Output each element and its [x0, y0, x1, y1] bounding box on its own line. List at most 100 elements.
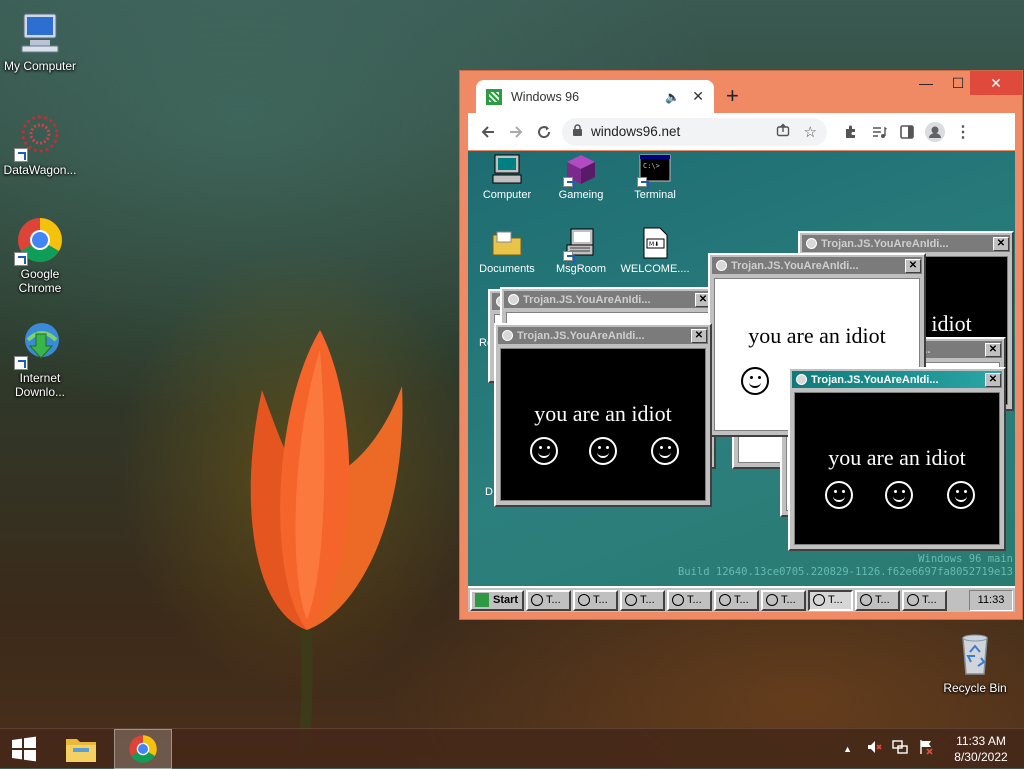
dialog-close-icon[interactable]: ✕: [691, 328, 707, 343]
w96-icon-terminal[interactable]: C:\> Terminal: [616, 153, 694, 201]
action-center-flag-icon[interactable]: [918, 739, 934, 760]
w96-task-button[interactable]: T...: [526, 589, 571, 611]
chrome-icon: [129, 735, 157, 763]
smiley-icon: [947, 481, 975, 509]
idiot-dialog-active[interactable]: Trojan.JS.YouAreAnIdi... ✕ you are an idi…: [788, 367, 1006, 551]
taskbar-google-chrome[interactable]: [114, 729, 172, 769]
smiley-icon: [531, 594, 543, 606]
dialog-close-icon[interactable]: ✕: [985, 342, 1001, 357]
desktop-icon-google-chrome[interactable]: Google Chrome: [0, 216, 80, 295]
dialog-close-icon[interactable]: ✕: [905, 258, 921, 273]
w96-icon-label: Gameing: [558, 189, 604, 201]
svg-text:M⬇: M⬇: [649, 241, 659, 248]
media-icon[interactable]: [865, 118, 893, 146]
taskbar-file-explorer[interactable]: [56, 729, 106, 769]
w96-icon-label: MsgRoom: [555, 263, 607, 275]
w96-task-button[interactable]: T...: [620, 589, 665, 611]
build-line-1: Windows 96 main: [918, 553, 1013, 565]
w96-task-button[interactable]: T...: [761, 589, 806, 611]
w96-task-button[interactable]: T...: [855, 589, 900, 611]
w96-icon-gameing[interactable]: Gameing: [542, 153, 620, 201]
w96-icon-label: Computer: [482, 189, 532, 201]
smiley-icon: [741, 367, 769, 395]
recycle-bin-icon: [951, 630, 999, 678]
clock-time: 11:33 AM: [956, 734, 1006, 748]
start-button[interactable]: [0, 729, 48, 769]
idiot-dialog-left[interactable]: Trojan.JS.YouAreAnIdi... ✕ you are an idi…: [494, 323, 712, 507]
address-bar[interactable]: windows96.net ☆: [562, 117, 827, 146]
close-button[interactable]: ✕: [970, 71, 1022, 95]
w96-start-button[interactable]: Start: [470, 589, 524, 611]
w96-icon-partial-label: D: [485, 486, 493, 498]
smiley-icon: [860, 594, 872, 606]
dialog-close-icon[interactable]: ✕: [993, 236, 1009, 251]
taskbar: ▲ 11:33 AM 8/30/2022: [0, 728, 1024, 769]
smiley-icon: [716, 260, 727, 271]
side-panel-icon[interactable]: [893, 118, 921, 146]
svg-text:C:\>: C:\>: [643, 162, 660, 170]
desktop-icon-datawagon[interactable]: DataWagon...: [0, 112, 80, 177]
smiley-icon: [813, 594, 825, 606]
w96-task-button[interactable]: T...: [667, 589, 712, 611]
w96-task-button-active[interactable]: T...: [808, 589, 853, 611]
idiot-message: you are an idiot: [748, 323, 886, 348]
smiley-icon: [508, 294, 519, 305]
wallpaper-tulip: [250, 330, 403, 750]
idiot-message: you are an idiot: [828, 445, 966, 470]
clock-date: 8/30/2022: [954, 750, 1008, 764]
terminal-icon: C:\>: [637, 153, 671, 187]
w96-icon-msgroom[interactable]: MsgRoom: [542, 227, 620, 275]
desktop-icon-label: Internet Downlo...: [14, 371, 66, 399]
shortcut-arrow-icon: [637, 177, 647, 187]
smiley-icon: [589, 437, 617, 465]
clock[interactable]: 11:33 AM 8/30/2022: [946, 733, 1016, 765]
back-icon[interactable]: [474, 118, 502, 146]
dialog-close-icon[interactable]: ✕: [985, 372, 1001, 387]
tab-close-icon[interactable]: ✕: [692, 88, 704, 105]
build-line-2: Build 12640.13ce0705.220829-1126.f62e669…: [677, 566, 1013, 578]
w96-clock: 11:33: [969, 589, 1013, 611]
w96-task-button[interactable]: T...: [573, 589, 618, 611]
datawagon-icon: [14, 112, 64, 162]
desktop-icon-recycle-bin[interactable]: Recycle Bin: [935, 630, 1015, 695]
windows-logo-icon: [12, 736, 36, 762]
markdown-file-icon: M⬇: [639, 227, 671, 259]
network-icon[interactable]: [892, 739, 908, 760]
shortcut-arrow-icon: [563, 177, 573, 187]
desktop-icon-my-computer[interactable]: My Computer: [0, 8, 80, 73]
smiley-icon: [796, 374, 807, 385]
w96-taskbar: Start T... T... T... T... T... T... T...…: [468, 586, 1015, 612]
folder-icon: [491, 227, 523, 259]
computer-icon: [491, 153, 523, 185]
desktop-icon-internet-download-manager[interactable]: Internet Downlo...: [0, 320, 80, 399]
shortcut-arrow-icon: [14, 356, 28, 370]
browser-tab[interactable]: Windows 96 🔈 ✕: [476, 80, 714, 113]
tray-overflow-icon[interactable]: ▲: [843, 744, 852, 754]
new-tab-button[interactable]: +: [726, 83, 739, 109]
forward-icon[interactable]: [502, 118, 530, 146]
star-icon[interactable]: ☆: [804, 123, 817, 141]
smiley-icon: [766, 594, 778, 606]
idiot-message: you are an idiot: [534, 401, 672, 426]
w96-icon-label: Documents: [479, 263, 535, 275]
smiley-icon: [502, 330, 513, 341]
extensions-icon[interactable]: [837, 118, 865, 146]
smiley-icon: [625, 594, 637, 606]
speaker-icon[interactable]: 🔈: [665, 90, 680, 104]
computer-icon: [16, 8, 64, 56]
url-text: windows96.net: [591, 124, 681, 139]
reload-icon[interactable]: [530, 118, 558, 146]
volume-muted-icon[interactable]: [866, 739, 882, 760]
smiley-icon: [825, 481, 853, 509]
start-logo-icon: [475, 593, 489, 607]
w96-icon-computer[interactable]: Computer: [468, 153, 546, 201]
menu-icon[interactable]: ⋮: [949, 118, 977, 146]
profile-icon[interactable]: [921, 118, 949, 146]
share-icon[interactable]: [776, 123, 790, 140]
w96-icon-label: Terminal: [634, 189, 676, 201]
w96-icon-documents[interactable]: Documents: [468, 227, 546, 275]
w96-task-button[interactable]: T...: [714, 589, 759, 611]
smiley-icon: [578, 594, 590, 606]
w96-task-button[interactable]: T...: [902, 589, 947, 611]
w96-icon-welcome[interactable]: M⬇ WELCOME....: [616, 227, 694, 275]
